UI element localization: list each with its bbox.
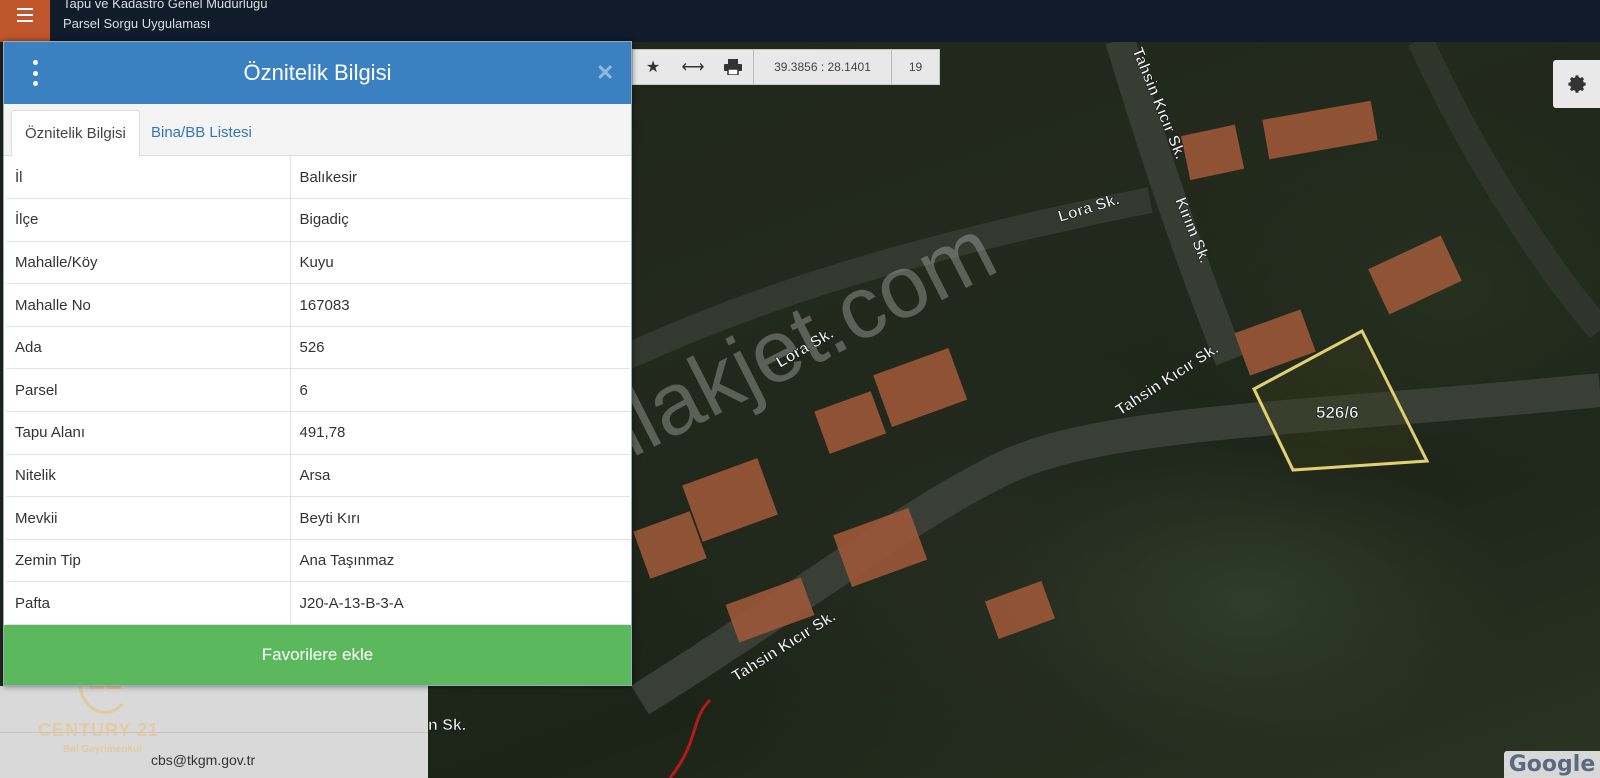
- row-value: Bigadiç: [290, 198, 630, 242]
- table-row: Parsel 6: [6, 368, 630, 413]
- table-row: Nitelik Arsa: [6, 454, 630, 498]
- table-row: Ada 526: [6, 326, 630, 370]
- dialog-tabs: Öznitelik Bilgisi Bina/BB Listesi: [4, 104, 631, 157]
- table-row: Mahalle/Köy Kuyu: [6, 241, 630, 285]
- row-value: 526: [290, 326, 630, 370]
- coordinate-readout: 39.3856 : 28.1401: [753, 50, 891, 84]
- row-value: Balıkesir: [290, 156, 630, 200]
- row-value: 491,78: [290, 411, 630, 455]
- app-name: Parsel Sorgu Uygulaması: [63, 16, 211, 31]
- close-icon[interactable]: ✕: [596, 60, 614, 86]
- gear-icon[interactable]: [1553, 60, 1600, 108]
- measure-arrows-icon[interactable]: ⟷: [673, 50, 713, 84]
- street-label-partial: n Sk.: [428, 717, 466, 734]
- c21-name: CENTURY 21: [38, 720, 160, 740]
- row-key: İlçe: [6, 198, 291, 242]
- row-key: Pafta: [6, 581, 291, 626]
- row-key: Parsel: [6, 368, 291, 413]
- zoom-level: 19: [891, 50, 939, 84]
- row-value: Kuyu: [290, 241, 630, 285]
- row-key: Mahalle/Köy: [6, 241, 291, 285]
- map-toolbar: ★ ⟷ 39.3856 : 28.1401 19: [632, 49, 940, 85]
- c21-subtitle: Bal Gayrimenkul: [63, 744, 142, 755]
- top-bar: Tapu ve Kadastro Genel Müdürlüğü Parsel …: [0, 0, 1600, 42]
- row-key: Tapu Alanı: [6, 411, 291, 455]
- row-value: Beyti Kırı: [290, 496, 630, 540]
- more-options-icon[interactable]: [30, 60, 40, 86]
- row-key: Mahalle No: [6, 283, 291, 327]
- row-value: Arsa: [290, 454, 630, 498]
- attribute-info-dialog: Öznitelik Bilgisi ✕ Öznitelik Bilgisi Bi…: [3, 41, 632, 686]
- table-row: Zemin Tip Ana Taşınmaz: [6, 539, 630, 583]
- row-value: Ana Taşınmaz: [290, 539, 630, 583]
- boundary-line: [668, 698, 712, 778]
- tab-attribute-info[interactable]: Öznitelik Bilgisi: [11, 110, 140, 157]
- google-attribution: Google: [1504, 751, 1600, 778]
- row-key: Ada: [6, 326, 291, 370]
- parcel-label: 526/6: [1316, 403, 1359, 422]
- tab-building-list[interactable]: Bina/BB Listesi: [138, 110, 265, 156]
- row-key: Nitelik: [6, 454, 291, 498]
- add-to-favorites-button[interactable]: Favorilere ekle: [4, 625, 631, 685]
- print-icon[interactable]: [713, 50, 753, 84]
- row-value: 6: [290, 368, 630, 413]
- dialog-header: Öznitelik Bilgisi ✕: [4, 42, 631, 104]
- row-value: 167083: [290, 283, 630, 327]
- table-row: Mevkii Beyti Kırı: [6, 496, 630, 540]
- table-row: Mahalle No 167083: [6, 283, 630, 327]
- row-key: Mevkii: [6, 496, 291, 540]
- table-row: İl Balıkesir: [6, 156, 630, 200]
- table-row: Tapu Alanı 491,78: [6, 411, 630, 455]
- dialog-title: Öznitelik Bilgisi: [243, 60, 392, 85]
- row-key: İl: [6, 156, 291, 200]
- table-row: Pafta J20-A-13-B-3-A: [6, 581, 630, 626]
- org-name: Tapu ve Kadastro Genel Müdürlüğü: [63, 0, 268, 11]
- favorite-star-icon[interactable]: ★: [633, 50, 673, 84]
- app-title: Tapu ve Kadastro Genel Müdürlüğü Parsel …: [63, 0, 268, 34]
- row-value: J20-A-13-B-3-A: [290, 581, 630, 626]
- table-row: İlçe Bigadiç: [6, 198, 630, 242]
- row-key: Zemin Tip: [6, 539, 291, 583]
- attribute-table: İl Balıkesir İlçe Bigadiç Mahalle/Köy Kuyu …: [6, 156, 630, 626]
- hamburger-menu-icon[interactable]: [0, 0, 50, 42]
